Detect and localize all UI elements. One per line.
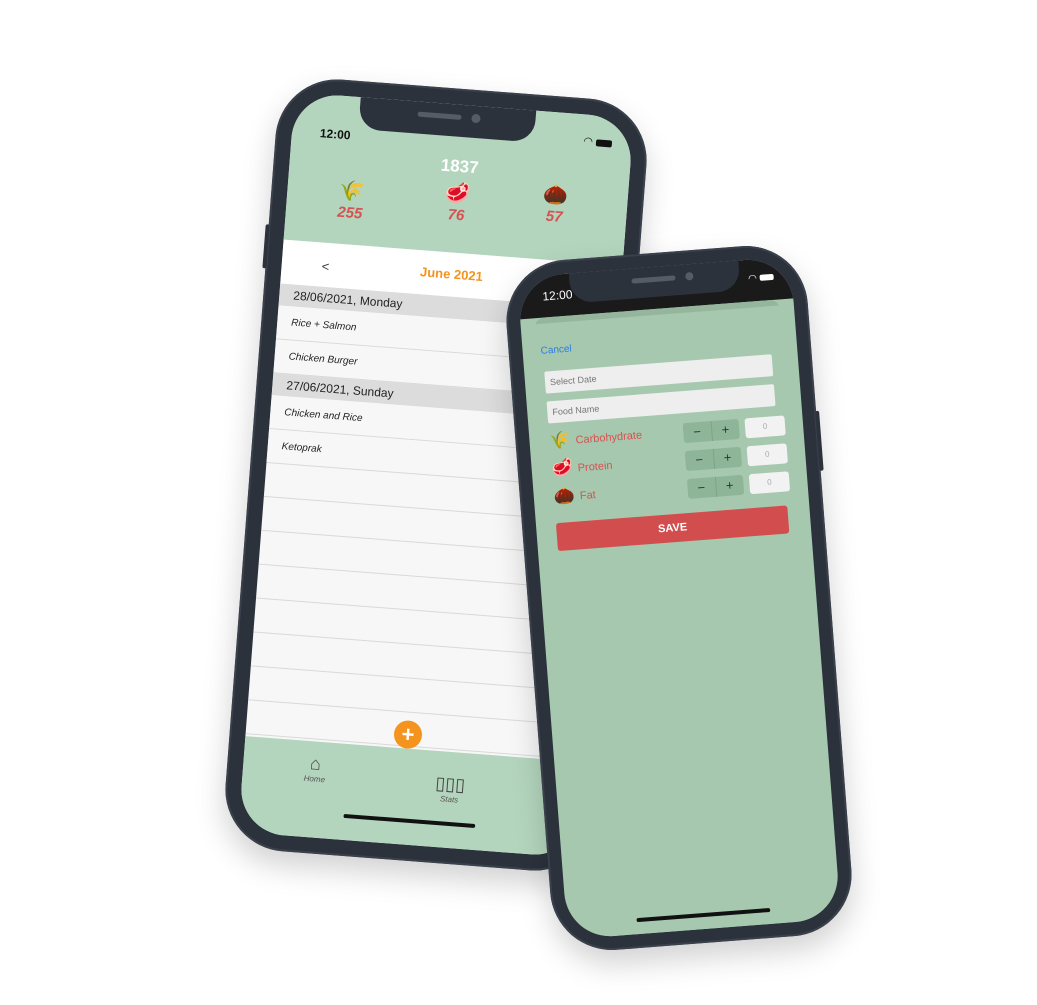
macro-label: Carbohydrate <box>575 429 643 447</box>
power-button <box>815 410 824 471</box>
acorn-icon: 🌰 <box>553 485 576 507</box>
wheat-icon: 🌾 <box>548 429 572 451</box>
macro-label: Protein <box>577 459 613 475</box>
home-icon: ⌂ <box>309 753 322 774</box>
status-icons: ◠ <box>748 272 774 285</box>
fat-value[interactable]: 0 <box>748 471 791 495</box>
protein-value[interactable]: 0 <box>746 443 788 467</box>
wifi-icon: ◠ <box>747 273 758 285</box>
macro-value: 76 <box>447 206 465 225</box>
macro-carbohydrate: 🌾 255 <box>319 176 382 224</box>
increment-button[interactable]: + <box>713 447 742 469</box>
camera <box>471 113 481 124</box>
speaker <box>417 111 462 120</box>
acorn-icon: 🌰 <box>542 183 570 208</box>
wheat-icon: 🌾 <box>338 179 365 204</box>
macro-protein: 🥩 76 <box>425 179 488 227</box>
wifi-icon: ◠ <box>582 135 594 149</box>
fat-stepper: − + <box>686 474 745 499</box>
decrement-button[interactable]: − <box>687 477 716 499</box>
volume-button <box>262 224 270 269</box>
increment-button[interactable]: + <box>711 419 740 441</box>
status-icons: ◠ <box>583 134 613 149</box>
speaker <box>631 275 676 284</box>
tab-label: Home <box>303 773 326 785</box>
battery-icon <box>595 138 613 148</box>
macro-value: 57 <box>545 207 564 226</box>
tab-stats[interactable]: ▯▯▯ Stats <box>419 772 481 807</box>
status-time: 12:00 <box>541 287 573 304</box>
increment-button[interactable]: + <box>715 475 744 497</box>
tab-home[interactable]: ⌂ Home <box>284 751 346 786</box>
battery-icon <box>759 274 774 282</box>
save-button[interactable]: SAVE <box>555 505 790 552</box>
cancel-button[interactable]: Cancel <box>540 344 572 357</box>
carbohydrate-stepper: − + <box>682 418 740 444</box>
decrement-button[interactable]: − <box>683 421 712 443</box>
macro-value: 255 <box>336 203 363 223</box>
camera <box>685 271 694 281</box>
decrement-button[interactable]: − <box>685 449 714 471</box>
meat-icon: 🥩 <box>444 181 471 206</box>
meat-icon: 🥩 <box>550 457 574 479</box>
macro-fat: 🌰 57 <box>524 180 587 228</box>
tab-label: Stats <box>439 794 459 805</box>
protein-stepper: − + <box>684 446 743 472</box>
macro-label: Fat <box>579 489 597 503</box>
home-indicator <box>343 813 476 829</box>
add-food-phone: 12:00 ◠ Cancel 🌾 Carbohydrate − + 0 <box>501 241 857 955</box>
carbohydrate-value[interactable]: 0 <box>744 415 786 439</box>
stats-icon: ▯▯▯ <box>434 772 466 796</box>
add-food-sheet: Cancel 🌾 Carbohydrate − + 0 🥩 Protein − <box>526 304 836 940</box>
add-food-screen: 12:00 ◠ Cancel 🌾 Carbohydrate − + 0 <box>516 256 842 940</box>
status-time: 12:00 <box>319 126 352 143</box>
